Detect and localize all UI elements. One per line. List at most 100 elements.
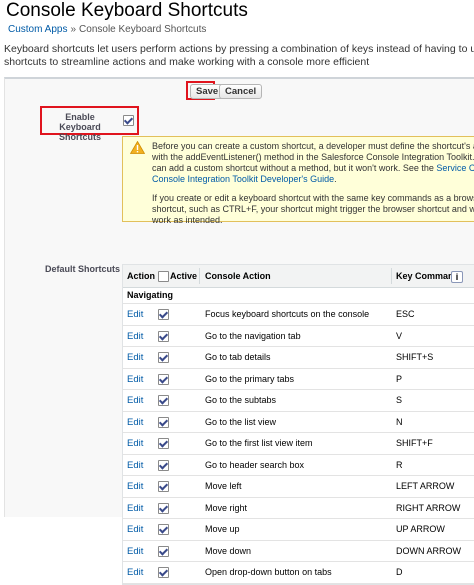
warning-paragraph-2: If you create or edit a keyboard shortcu… [152, 193, 474, 226]
key-command-cell: N [396, 416, 403, 427]
key-command-cell: SHIFT+F [396, 438, 433, 448]
column-divider [391, 268, 392, 284]
table-row: Edit Go to the list view N [123, 412, 474, 433]
warning-text: Before you can create a custom shortcut,… [152, 141, 474, 226]
developer-guide-link[interactable]: Service Cloud [436, 163, 474, 173]
edit-link[interactable]: Edit [127, 417, 143, 428]
info-icon[interactable]: i [451, 271, 463, 283]
edit-link[interactable]: Edit [127, 438, 143, 449]
table-row: Edit Move down DOWN ARROW [123, 541, 474, 562]
breadcrumb-current: Console Keyboard Shortcuts [79, 24, 207, 35]
table-row: Edit Go to tab details SHIFT+S [123, 347, 474, 369]
warning-line: with the addEventListener() method in th… [152, 152, 474, 162]
active-checkbox[interactable] [158, 309, 169, 320]
edit-link[interactable]: Edit [127, 374, 143, 385]
active-checkbox[interactable] [158, 416, 169, 428]
breadcrumb-custom-apps-link[interactable]: Custom Apps [8, 24, 67, 35]
console-action-cell: Move up [205, 524, 240, 534]
active-checkbox[interactable] [158, 459, 169, 471]
key-command-cell: DOWN ARROW [396, 545, 461, 556]
default-shortcuts-label: Default Shortcuts [45, 264, 121, 274]
column-header-console-action: Console Action [205, 271, 271, 281]
intro-line-1: Keyboard shortcuts let users perform act… [4, 43, 474, 55]
console-action-cell: Move down [205, 545, 252, 556]
warning-punctuation: . [334, 174, 337, 184]
table-row: Edit Go to the first list view item SHIFT+… [123, 433, 474, 455]
active-checkbox[interactable] [158, 373, 169, 385]
table-row: Edit Go to the navigation tab V [123, 326, 474, 347]
console-action-cell: Focus keyboard shortcuts on the console [205, 309, 370, 319]
active-checkbox[interactable] [158, 330, 169, 342]
active-checkbox[interactable] [158, 438, 169, 449]
enable-keyboard-shortcuts-label: Enable Keyboard Shortcuts [58, 112, 101, 142]
table-row: Edit Go to the subtabs S [123, 390, 474, 412]
warning-paragraph-1: Before you can create a custom shortcut,… [152, 141, 474, 185]
edit-link[interactable]: Edit [127, 395, 143, 406]
active-checkbox[interactable] [158, 352, 169, 363]
table-body: Edit Focus keyboard shortcuts on the cons… [123, 304, 474, 584]
key-command-cell: RIGHT ARROW [396, 502, 461, 513]
intro-line-2: shortcuts to streamline actions and make… [4, 56, 370, 68]
edit-link[interactable]: Edit [127, 546, 143, 557]
key-command-cell: LEFT ARROW [396, 481, 455, 491]
edit-link[interactable]: Edit [127, 567, 143, 578]
breadcrumb-separator: » [70, 24, 77, 35]
select-all-checkbox[interactable] [158, 271, 169, 282]
shortcuts-table: Action Active Console Action Key Command… [122, 264, 474, 585]
active-checkbox[interactable] [158, 545, 169, 557]
console-action-cell: Go to the subtabs [205, 395, 277, 405]
console-action-cell: Go to header search box [205, 459, 305, 470]
warning-line: If you create or edit a keyboard shortcu… [152, 193, 474, 203]
warning-line: shortcut, such as CTRL+F, your shortcut … [152, 204, 474, 214]
active-checkbox[interactable] [158, 567, 169, 578]
developer-guide-link-continued[interactable]: Console Integration Toolkit Developer's … [152, 174, 334, 184]
intro-text: Keyboard shortcuts let users perform act… [4, 43, 474, 69]
key-command-cell: P [396, 373, 403, 384]
edit-link[interactable]: Edit [127, 352, 143, 363]
table-row: Edit Move left LEFT ARROW [123, 476, 474, 498]
column-header-key-command: Key Command [396, 271, 460, 281]
console-action-cell: Move left [205, 481, 242, 491]
console-action-cell: Go to the navigation tab [205, 330, 301, 341]
key-command-cell: ESC [396, 309, 415, 319]
console-action-cell: Open drop-down button on tabs [205, 567, 332, 577]
page-title: Console Keyboard Shortcuts [6, 0, 248, 21]
column-header-active: Active [170, 271, 198, 281]
key-command-cell: V [396, 330, 403, 341]
key-command-cell: S [396, 395, 403, 405]
key-command-cell: UP ARROW [396, 524, 445, 534]
table-row: Edit Go to header search box R [123, 455, 474, 476]
breadcrumb: Custom Apps» Console Keyboard Shortcuts [8, 24, 206, 35]
key-command-cell: D [396, 567, 403, 577]
table-row: Edit Go to the primary tabs P [123, 369, 474, 390]
console-action-cell: Go to tab details [205, 352, 271, 362]
warning-line: can add a custom shortcut without a meth… [152, 163, 434, 173]
console-action-cell: Move right [205, 502, 248, 513]
key-command-cell: SHIFT+S [396, 352, 434, 362]
table-row: Edit Move up UP ARROW [123, 519, 474, 541]
edit-link[interactable]: Edit [127, 481, 143, 492]
table-row: Edit Move right RIGHT ARROW [123, 498, 474, 519]
table-row: Edit Open drop-down button on tabs D [123, 562, 474, 584]
table-header: Action Active Console Action Key Command… [123, 265, 474, 288]
key-command-cell: R [396, 459, 403, 470]
active-checkbox[interactable] [158, 481, 169, 492]
table-row: Edit Focus keyboard shortcuts on the cons… [123, 304, 474, 326]
enable-keyboard-shortcuts-checkbox[interactable] [123, 115, 134, 126]
active-checkbox[interactable] [158, 524, 169, 535]
edit-link[interactable]: Edit [127, 309, 143, 320]
console-action-cell: Go to the list view [205, 416, 277, 427]
group-label: Navigating [127, 290, 174, 300]
edit-link[interactable]: Edit [127, 331, 143, 342]
console-action-cell: Go to the first list view item [205, 438, 313, 448]
warning-icon [130, 141, 145, 154]
edit-link[interactable]: Edit [127, 460, 143, 471]
cancel-button[interactable]: Cancel [219, 84, 263, 99]
active-checkbox[interactable] [158, 502, 169, 514]
edit-link[interactable]: Edit [127, 503, 143, 514]
edit-link[interactable]: Edit [127, 524, 143, 535]
warning-line: work as intended. [152, 215, 223, 225]
column-divider [199, 268, 200, 284]
active-checkbox[interactable] [158, 395, 169, 406]
group-row-navigating: Navigating [123, 288, 474, 304]
